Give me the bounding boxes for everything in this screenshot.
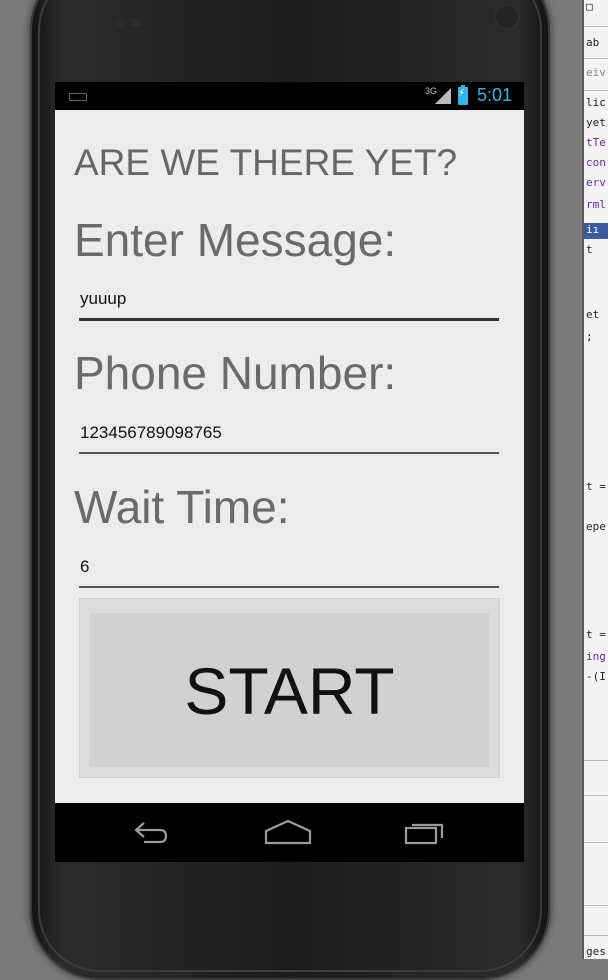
ide-code-line: lic xyxy=(586,96,606,109)
ide-code-line: con xyxy=(586,156,606,169)
front-camera xyxy=(496,6,518,28)
ide-separator xyxy=(584,26,608,27)
ide-text: eiv xyxy=(586,66,606,79)
message-field[interactable]: yuuup xyxy=(79,282,499,321)
wait-field[interactable]: 6 xyxy=(79,550,499,588)
ide-separator xyxy=(584,905,608,906)
ide-text: ab xyxy=(586,36,600,49)
signal-icon xyxy=(435,88,451,104)
phone-value: 123456789098765 xyxy=(80,423,222,442)
wait-label: Wait Time: xyxy=(74,481,290,533)
ide-separator xyxy=(584,58,608,59)
ide-code-line: t = xyxy=(586,480,606,493)
home-icon[interactable] xyxy=(263,819,313,845)
phone-field[interactable]: 123456789098765 xyxy=(79,416,499,454)
ide-code-line: yet xyxy=(586,116,606,129)
start-label: START xyxy=(184,654,395,728)
ide-code-line: iı xyxy=(586,223,600,236)
ide-separator xyxy=(584,842,608,843)
battery-charging-icon xyxy=(458,85,468,105)
speaker-grille xyxy=(115,12,155,27)
device-screen: 3G 5:01 ARE WE THERE YET? Enter Message:… xyxy=(55,82,524,862)
app-content: ARE WE THERE YET? Enter Message: yuuup P… xyxy=(55,110,524,803)
recent-apps-icon[interactable] xyxy=(403,819,447,845)
ide-code-line: erv xyxy=(586,176,606,189)
ide-code-line: t xyxy=(586,243,593,256)
status-time: 5:01 xyxy=(477,85,513,105)
start-button[interactable]: START xyxy=(79,598,500,778)
ide-separator xyxy=(584,795,608,796)
app-title: ARE WE THERE YET? xyxy=(74,142,458,183)
back-icon[interactable] xyxy=(130,819,170,845)
ide-code-line: et xyxy=(586,308,600,321)
ide-panel-edge: □ ab eiv lic yet tTe con erv rml iı t et… xyxy=(582,0,608,959)
ide-tab-icon: □ xyxy=(586,0,593,13)
ide-code-line: ges xyxy=(586,945,606,958)
ide-code-line: -(I xyxy=(586,670,606,683)
ide-code-line: epe xyxy=(586,520,606,533)
ide-code-line: ; xyxy=(586,330,593,343)
keyboard-icon xyxy=(69,93,87,101)
message-value: yuuup xyxy=(80,289,127,308)
message-label: Enter Message: xyxy=(74,214,397,266)
ide-separator xyxy=(584,760,608,761)
ide-code-line: t = xyxy=(586,628,606,641)
ide-code-line: rml xyxy=(586,198,606,211)
status-bar: 3G 5:01 xyxy=(55,82,524,110)
ide-separator xyxy=(584,935,608,936)
phone-label: Phone Number: xyxy=(74,347,397,399)
wait-value: 6 xyxy=(80,557,90,576)
ide-code-line: tTe xyxy=(586,136,606,149)
start-button-face: START xyxy=(90,613,489,767)
ide-separator xyxy=(584,90,608,91)
navigation-bar xyxy=(55,803,524,862)
ide-code-line: ing xyxy=(586,650,606,663)
